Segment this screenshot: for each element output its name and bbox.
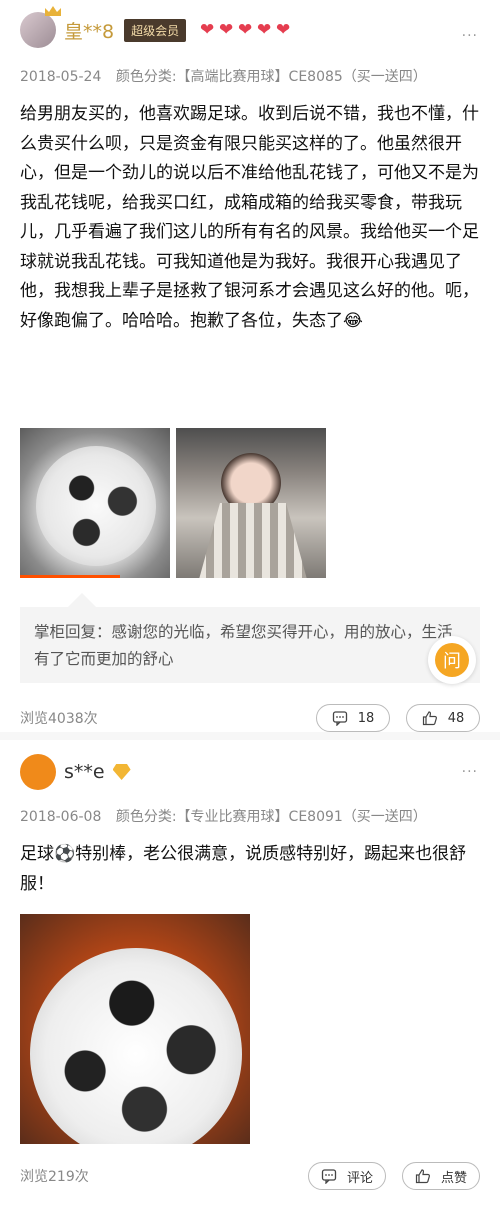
like-button[interactable]: 48: [406, 704, 480, 732]
review-meta: 2018-05-24 颜色分类:【高端比赛用球】CE8085（买一送四）: [20, 66, 427, 86]
heart-icon: ❤: [199, 20, 215, 40]
review-date: 2018-05-24: [20, 69, 102, 85]
username: 皇**8: [64, 20, 115, 43]
review-text: 给男朋友买的，他喜欢踢足球。收到后说不错，我也不懂，什么贵买什么呗，只是资金有限…: [20, 104, 479, 331]
review-header: 皇**8 超级会员 ❤ ❤ ❤ ❤ ❤: [20, 6, 292, 48]
seller-reply: 掌柜回复：感谢您的光临，希望您买得开心，用的放心，生活有了它而更加的舒心: [20, 607, 480, 683]
sku-info: 颜色分类:【专业比赛用球】CE8091（买一送四）: [115, 809, 427, 825]
sku-info: 颜色分类:【高端比赛用球】CE8085（买一送四）: [115, 69, 427, 85]
review-footer: 浏览219次 评论 点赞: [20, 1162, 480, 1190]
thumbs-up-icon: [415, 1169, 430, 1184]
review-card: 皇**8 超级会员 ❤ ❤ ❤ ❤ ❤ ··· 2018-05-24 颜色分类:…: [0, 0, 500, 732]
like-button[interactable]: 点赞: [401, 1162, 480, 1190]
review-actions: 18 48: [316, 704, 480, 732]
heart-icon: ❤: [256, 20, 272, 40]
review-actions: 评论 点赞: [307, 1162, 480, 1190]
ask-icon: 问: [435, 643, 469, 677]
review-text: 足球⚽特别棒，老公很满意，说质感特别好，踢起来也很舒服！: [20, 844, 467, 894]
review-page: 皇**8 超级会员 ❤ ❤ ❤ ❤ ❤ ··· 2018-05-24 颜色分类:…: [0, 0, 500, 1214]
heart-icon: ❤: [275, 20, 291, 40]
like-count: 48: [447, 710, 465, 726]
heart-level: ❤ ❤ ❤ ❤ ❤: [198, 20, 292, 40]
ask-button[interactable]: 问: [428, 636, 476, 684]
heart-icon: ❤: [218, 20, 234, 40]
review-header: s**e: [20, 754, 131, 790]
review-photo[interactable]: [20, 428, 170, 578]
thumbs-up-icon: [422, 711, 437, 726]
avatar[interactable]: [20, 754, 56, 790]
more-icon[interactable]: ···: [462, 28, 478, 44]
avatar[interactable]: [20, 12, 56, 48]
comment-button[interactable]: 18: [316, 704, 390, 732]
review-card: s**e ··· 2018-06-08 颜色分类:【专业比赛用球】CE8091（…: [0, 740, 500, 1214]
avatar-wrap: [20, 6, 61, 48]
review-date: 2018-06-08: [20, 809, 102, 825]
review-meta: 2018-06-08 颜色分类:【专业比赛用球】CE8091（买一送四）: [20, 806, 427, 826]
comment-label: 评论: [346, 1170, 373, 1186]
heart-icon: ❤: [237, 20, 253, 40]
review-footer: 浏览4038次 18 48: [20, 704, 480, 732]
photo-indicator: [20, 575, 120, 578]
reply-arrow: [68, 593, 96, 607]
view-count: 浏览4038次: [20, 711, 98, 727]
crown-icon: [45, 6, 61, 16]
review-photo[interactable]: [176, 428, 326, 578]
comment-icon: [321, 1169, 337, 1184]
username: s**e: [64, 761, 105, 783]
comment-count: 18: [357, 710, 375, 726]
like-label: 点赞: [440, 1170, 467, 1186]
seller-reply-text: 掌柜回复：感谢您的光临，希望您买得开心，用的放心，生活有了它而更加的舒心: [34, 623, 453, 668]
diamond-icon: [112, 764, 131, 780]
review-photo[interactable]: [20, 914, 250, 1144]
more-icon[interactable]: ···: [462, 764, 478, 780]
comment-button[interactable]: 评论: [307, 1162, 386, 1190]
view-count: 浏览219次: [20, 1169, 89, 1185]
comment-icon: [332, 711, 347, 726]
vip-badge: 超级会员: [124, 18, 187, 42]
